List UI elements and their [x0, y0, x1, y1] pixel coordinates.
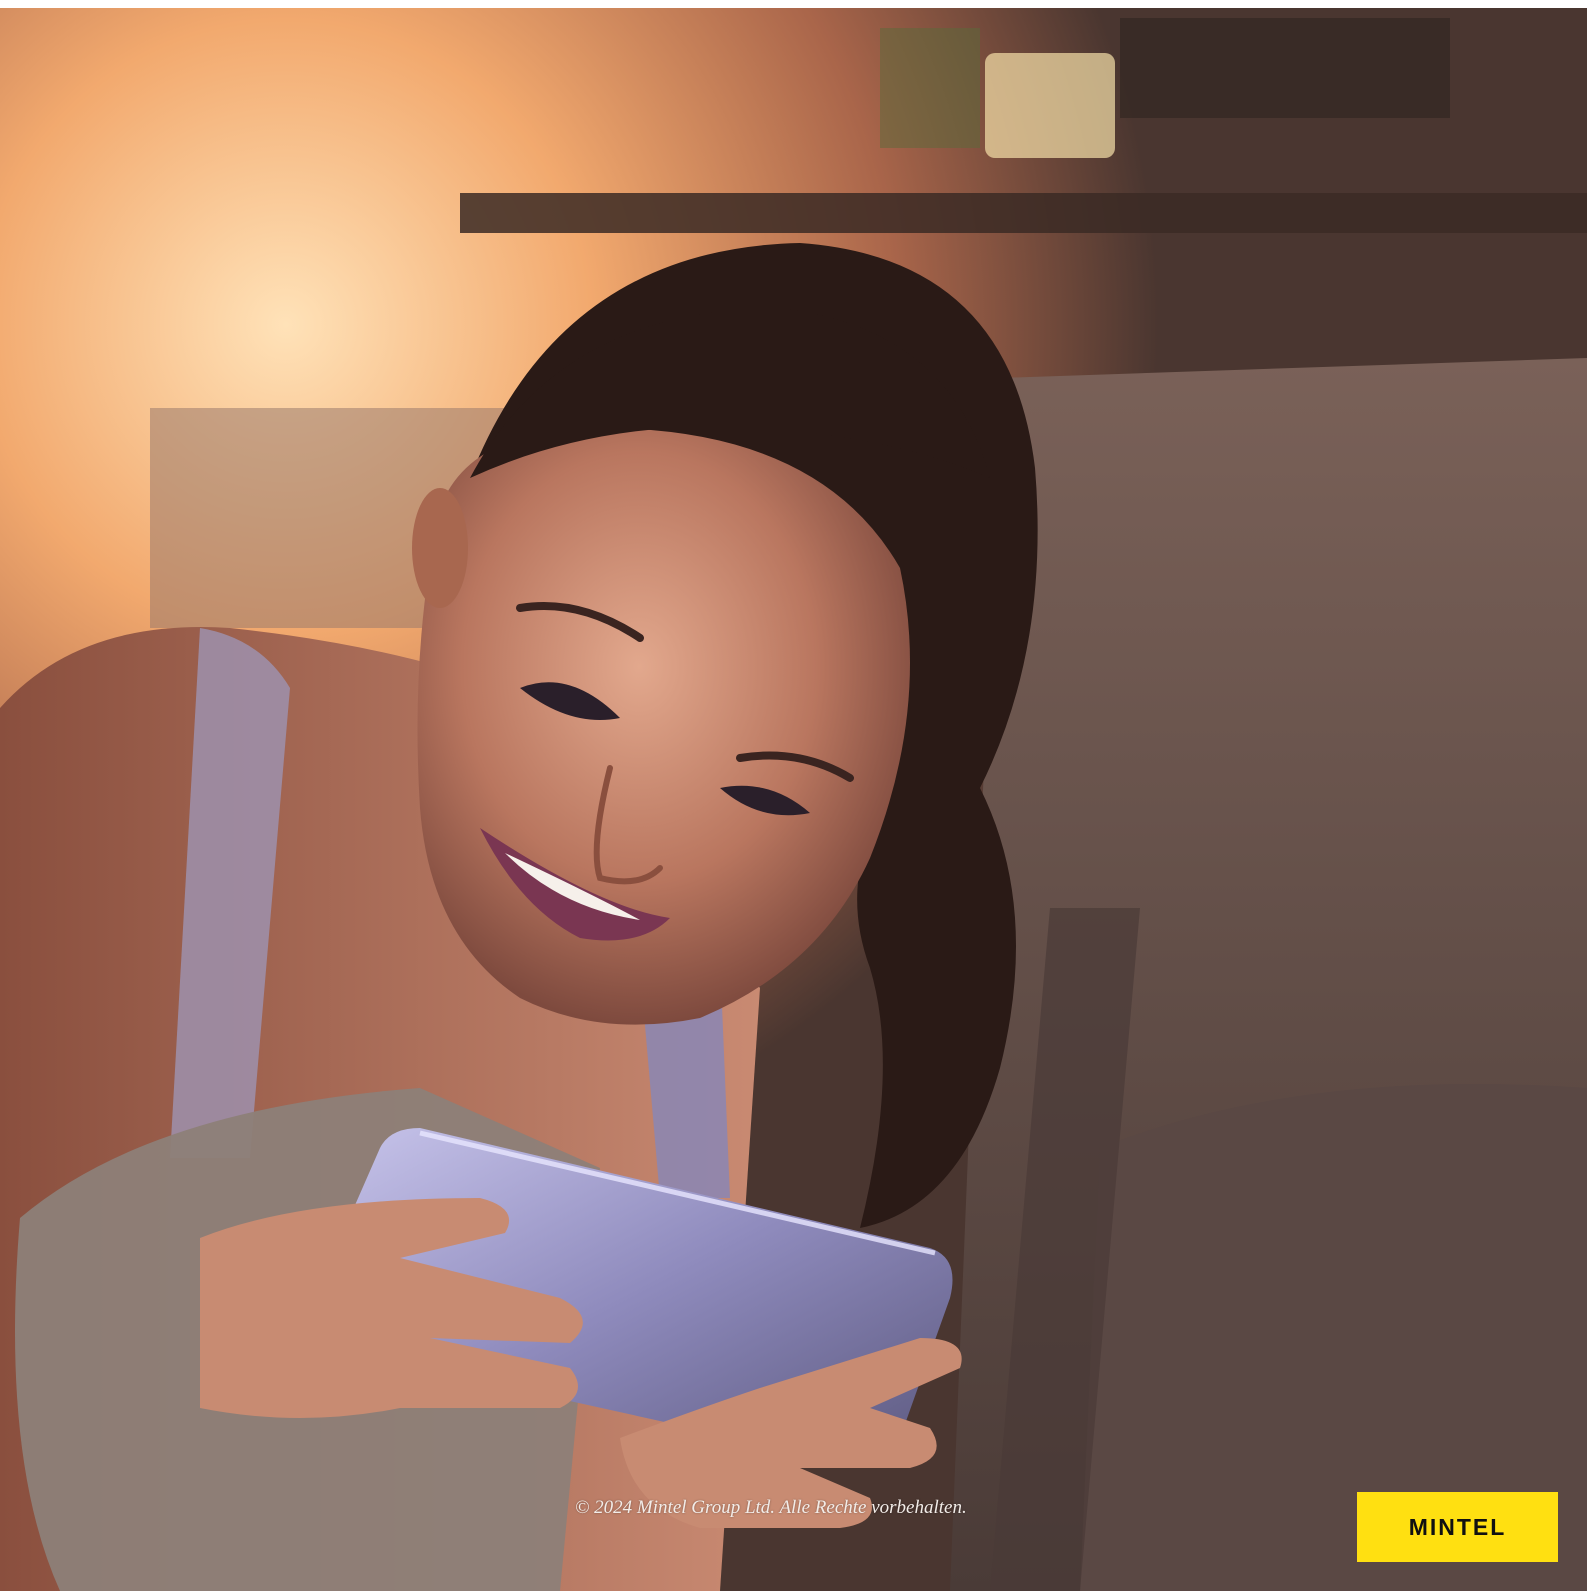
background-photo [0, 8, 1587, 1591]
logo-text: MINTEL [1408, 1513, 1507, 1540]
photo-illustration [0, 8, 1587, 1591]
copyright-notice: © 2024 Mintel Group Ltd. Alle Rechte vor… [575, 1497, 967, 1518]
mintel-logo: MINTEL [1357, 1492, 1558, 1562]
